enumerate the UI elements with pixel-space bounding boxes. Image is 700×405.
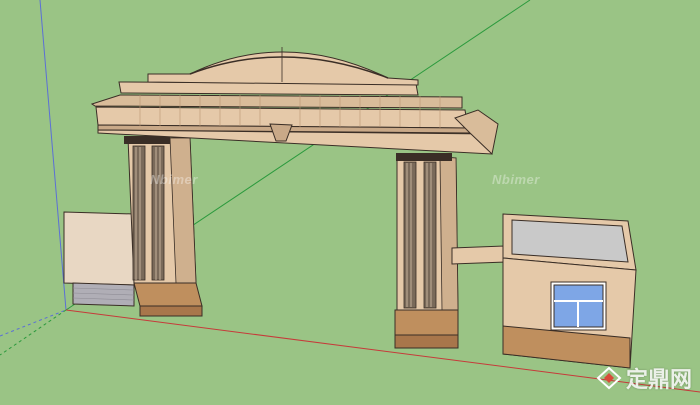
blue-axis-dashed xyxy=(0,309,67,337)
guardhouse xyxy=(451,213,637,369)
right-pillar xyxy=(394,153,459,349)
left-wall xyxy=(63,211,135,307)
diamond-logo-icon xyxy=(596,366,622,390)
watermark-left: Nbimer xyxy=(150,172,198,187)
brand-logo: 定鼎网 xyxy=(596,362,692,394)
watermark-right: Nbimer xyxy=(492,172,540,187)
model-viewport[interactable]: Nbimer Nbimer 定鼎网 xyxy=(0,0,700,400)
arched-pediment xyxy=(147,47,419,86)
brand-text: 定鼎网 xyxy=(625,368,692,393)
green-axis-dashed xyxy=(0,309,67,356)
scene-svg xyxy=(0,0,700,393)
blue-axis xyxy=(39,0,67,311)
left-pillar xyxy=(124,136,203,317)
